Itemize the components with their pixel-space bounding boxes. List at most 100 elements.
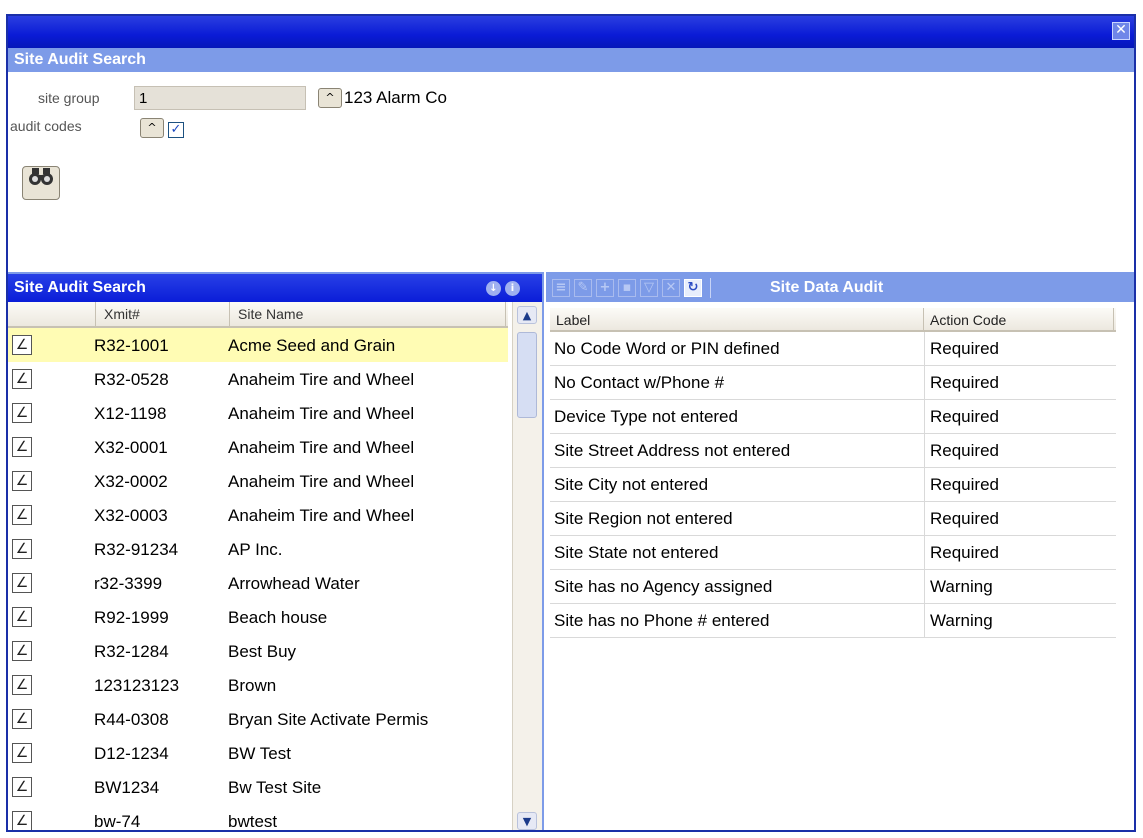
column-divider [924,366,925,400]
edit-row-icon[interactable]: ∠ [12,335,32,355]
audit-label-cell: Site has no Phone # entered [554,611,770,630]
site-name-cell: Anaheim Tire and Wheel [228,404,415,423]
scroll-thumb[interactable] [517,332,537,418]
action-code-cell: Required [930,339,999,358]
site-name-column-header[interactable]: Site Name [230,302,506,326]
xmit-column-header[interactable]: Xmit# [96,302,230,326]
audit-label-cell: Site City not entered [554,475,709,494]
xmit-cell: R32-0528 [94,370,169,389]
filter-icon[interactable]: ▽ [640,279,658,297]
scroll-down-icon[interactable]: ▼ [517,812,537,830]
action-code-column-header[interactable]: Action Code [924,308,1114,332]
column-divider [924,570,925,604]
results-grid-body: ∠ R32-1001 Acme Seed and Grain ∠ R32-0528 Ana… [8,328,508,830]
audit-row[interactable]: Site State not entered Required [550,536,1116,570]
search-button[interactable] [22,166,60,200]
search-section-title: Site Audit Search [8,48,1134,72]
audit-label-cell: No Code Word or PIN defined [554,339,780,358]
table-row[interactable]: ∠ R32-0528 Anaheim Tire and Wheel [8,362,508,396]
search-form: site group ^ 123 Alarm Co audit codes ^ … [8,72,1134,272]
audit-label-cell: Site State not entered [554,543,719,562]
audit-row[interactable]: Site Street Address not entered Required [550,434,1116,468]
audit-row[interactable]: Site has no Phone # entered Warning [550,604,1116,638]
edit-row-icon[interactable]: ∠ [12,811,32,830]
column-divider [924,536,925,570]
site-name-cell: Anaheim Tire and Wheel [228,370,415,389]
window-titlebar[interactable]: ✕ [8,16,1134,48]
table-row[interactable]: ∠ R44-0308 Bryan Site Activate Permis [8,702,508,736]
edit-row-icon[interactable]: ∠ [12,539,32,559]
save-icon[interactable]: ▪ [618,279,636,297]
info-icon[interactable]: i [505,281,520,296]
site-group-name: 123 Alarm Co [344,88,447,107]
site-name-cell: BW Test [228,744,291,763]
audit-row[interactable]: No Code Word or PIN defined Required [550,332,1116,366]
scroll-up-icon[interactable]: ▲ [517,306,537,324]
audit-label-cell: Site Street Address not entered [554,441,791,460]
site-name-cell: Anaheim Tire and Wheel [228,438,415,457]
table-row[interactable]: ∠ X32-0002 Anaheim Tire and Wheel [8,464,508,498]
site-group-lookup-button[interactable]: ^ [318,88,342,108]
edit-row-icon[interactable]: ∠ [12,471,32,491]
binoculars-icon [29,168,53,185]
site-name-cell: Bryan Site Activate Permis [228,710,429,729]
audit-row[interactable]: No Contact w/Phone # Required [550,366,1116,400]
edit-row-icon[interactable]: ∠ [12,777,32,797]
column-divider [924,502,925,536]
edit-row-icon[interactable]: ∠ [12,743,32,763]
audit-panel: ≡ ✎ + ▪ ▽ ✕ ↻ Site Data Audit Label Acti… [546,272,1134,830]
edit-row-icon[interactable]: ∠ [12,369,32,389]
list-icon[interactable]: ≡ [552,279,570,297]
download-icon[interactable]: ↓ [486,281,501,296]
table-row[interactable]: ∠ X32-0003 Anaheim Tire and Wheel [8,498,508,532]
column-divider [924,468,925,502]
site-name-cell: Brown [228,676,277,695]
xmit-cell: r32-3399 [94,574,163,593]
edit-row-icon[interactable]: ∠ [12,709,32,729]
xmit-cell: R32-1001 [94,336,169,355]
audit-codes-checkbox[interactable]: ✓ [168,122,184,138]
edit-row-icon[interactable]: ∠ [12,607,32,627]
table-row[interactable]: ∠ bw-74 bwtest [8,804,508,830]
results-panel-title: Site Audit Search [14,279,146,296]
table-row[interactable]: ∠ D12-1234 BW Test [8,736,508,770]
delete-icon[interactable]: ✕ [662,279,680,297]
label-column-header[interactable]: Label [550,308,924,332]
edit-row-icon[interactable]: ∠ [12,403,32,423]
audit-row[interactable]: Site City not entered Required [550,468,1116,502]
results-panel: Site Audit Search ↓ i Xmit# Site Name ∠ R… [8,272,544,830]
close-icon[interactable]: ✕ [1112,22,1130,40]
audit-label-cell: Site has no Agency assigned [554,577,773,596]
audit-codes-lookup-button[interactable]: ^ [140,118,164,138]
audit-row[interactable]: Site has no Agency assigned Warning [550,570,1116,604]
edit-row-icon[interactable]: ∠ [12,641,32,661]
table-row[interactable]: ∠ R92-1999 Beach house [8,600,508,634]
site-group-input[interactable] [134,86,306,110]
table-row[interactable]: ∠ r32-3399 Arrowhead Water [8,566,508,600]
edit-column-header [8,302,96,326]
edit-row-icon[interactable]: ∠ [12,437,32,457]
edit-row-icon[interactable]: ∠ [12,675,32,695]
add-icon[interactable]: + [596,279,614,297]
audit-row[interactable]: Device Type not entered Required [550,400,1116,434]
edit-icon[interactable]: ✎ [574,279,592,297]
audit-row[interactable]: Site Region not entered Required [550,502,1116,536]
results-panel-header: Site Audit Search ↓ i [8,274,542,302]
table-row[interactable]: ∠ X12-1198 Anaheim Tire and Wheel [8,396,508,430]
audit-label-cell: No Contact w/Phone # [554,373,725,392]
table-row[interactable]: ∠ BW1234 Bw Test Site [8,770,508,804]
results-scrollbar[interactable]: ▲ ▼ [512,302,542,830]
table-row[interactable]: ∠ R32-91234 AP Inc. [8,532,508,566]
edit-row-icon[interactable]: ∠ [12,573,32,593]
edit-row-icon[interactable]: ∠ [12,505,32,525]
table-row[interactable]: ∠ X32-0001 Anaheim Tire and Wheel [8,430,508,464]
refresh-icon[interactable]: ↻ [684,279,702,297]
site-name-cell: AP Inc. [228,540,283,559]
table-row[interactable]: ∠ 123123123 Brown [8,668,508,702]
column-divider [924,332,925,366]
table-row[interactable]: ∠ R32-1284 Best Buy [8,634,508,668]
xmit-cell: BW1234 [94,778,160,797]
site-audit-window: ✕ Site Audit Search site group ^ 123 Ala… [6,14,1136,832]
table-row[interactable]: ∠ R32-1001 Acme Seed and Grain [8,328,508,362]
xmit-cell: X32-0001 [94,438,168,457]
